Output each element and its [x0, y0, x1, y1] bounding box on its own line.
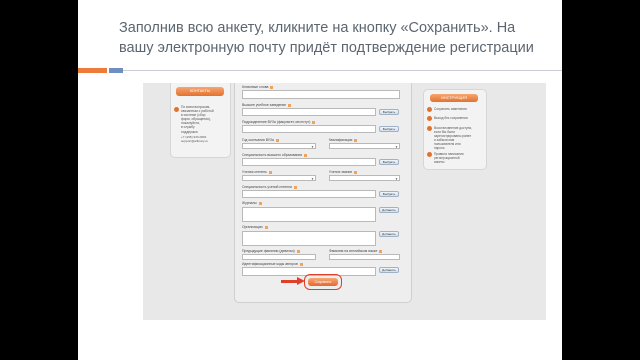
author-ids-add-button[interactable]: Добавить [379, 267, 399, 273]
required-mark-icon [304, 153, 308, 157]
grad-year-select[interactable]: ▼ [242, 143, 316, 149]
department-input[interactable] [242, 125, 376, 133]
registration-form: Ключевые слова Высшее учебное заведение … [234, 83, 412, 303]
contacts-tab[interactable]: контакты [176, 87, 224, 96]
specialty-label: Специальность высшего образования [242, 153, 308, 157]
registration-form-screenshot: контакты По всем вопросам, связанным с р… [143, 83, 546, 320]
required-mark-icon [354, 138, 358, 142]
required-mark-icon [288, 103, 292, 107]
department-select-button[interactable]: Выбрать [379, 126, 399, 132]
save-button[interactable]: Сохранить [308, 278, 338, 286]
specialty-input[interactable] [242, 158, 376, 166]
title-divider [78, 70, 562, 71]
required-mark-icon [296, 249, 300, 253]
academic-title-label: Ученое звание [329, 170, 358, 174]
slide-title: Заполнив всю анкету, кликните на кнопку … [119, 20, 534, 56]
instructions-panel: инструкция Сохранить изменения Выход без… [423, 89, 487, 170]
grad-year-label: Год окончания ВУЗа [242, 138, 279, 142]
degree-specialty-input[interactable] [242, 190, 376, 198]
english-name-input[interactable] [329, 254, 400, 260]
required-mark-icon [354, 170, 358, 174]
contacts-text: По всем вопросам, связанным с работой в … [181, 105, 214, 134]
chevron-down-icon: ▼ [311, 177, 314, 181]
save-bullet-icon [427, 107, 432, 112]
prev-names-input[interactable] [242, 254, 316, 260]
qualification-label: Квалификация [329, 138, 358, 142]
divider-accent-orange [78, 68, 107, 73]
chevron-down-icon: ▼ [311, 145, 314, 149]
required-mark-icon [312, 120, 316, 124]
author-ids-label: Идентификационные коды авторов [242, 262, 303, 266]
instruction-save[interactable]: Сохранить изменения [434, 107, 482, 111]
instructions-tab[interactable]: инструкция [430, 94, 478, 102]
divider-accent-blue [109, 68, 123, 73]
instruction-exit[interactable]: Выход без сохранения [434, 116, 482, 120]
exit-bullet-icon [427, 116, 432, 121]
contacts-panel: контакты По всем вопросам, связанным с р… [170, 83, 231, 158]
university-label: Высшее учебное заведение [242, 103, 292, 107]
journals-textarea[interactable] [242, 207, 376, 222]
prev-names-label: Предыдущие фамилии (девичьи) [242, 249, 300, 253]
journals-label: Журналы [242, 201, 262, 205]
instruction-rules[interactable]: Правила написания регистрационной анкеты [434, 152, 482, 164]
organizations-textarea[interactable] [242, 231, 376, 246]
degree-select[interactable]: ▼ [242, 175, 316, 181]
required-mark-icon [299, 262, 303, 266]
organizations-label: Организации [242, 225, 268, 229]
english-name-label: Фамилия на английском языке [329, 249, 383, 253]
required-mark-icon [268, 170, 272, 174]
specialty-select-button[interactable]: Выбрать [379, 159, 399, 165]
chevron-down-icon: ▼ [395, 145, 398, 149]
department-label: Подразделение ВУЗа (факультет, институт) [242, 120, 316, 124]
info-bullet-icon [174, 107, 179, 112]
qualification-select[interactable]: ▼ [329, 143, 400, 149]
required-mark-icon [270, 85, 274, 89]
instruction-restore-access[interactable]: Восстановление доступа, если Вы были зар… [434, 126, 482, 150]
required-mark-icon [264, 225, 268, 229]
organizations-add-button[interactable]: Добавить [379, 231, 399, 237]
required-mark-icon [275, 138, 279, 142]
required-mark-icon [293, 185, 297, 189]
chevron-down-icon: ▼ [395, 177, 398, 181]
slide: Заполнив всю анкету, кликните на кнопку … [78, 0, 562, 360]
degree-label: Ученая степень [242, 170, 272, 174]
university-select-button[interactable]: Выбрать [379, 109, 399, 115]
contacts-details: +7 (495) 933-0681 support@elibrary.ru [181, 135, 208, 144]
required-mark-icon [258, 201, 262, 205]
degree-specialty-select-button[interactable]: Выбрать [379, 191, 399, 197]
rules-bullet-icon [427, 152, 432, 157]
university-input[interactable] [242, 108, 376, 116]
journals-add-button[interactable]: Добавить [379, 207, 399, 213]
keywords-label: Ключевые слова [242, 85, 274, 89]
keywords-input[interactable] [242, 90, 400, 99]
restore-bullet-icon [427, 126, 432, 131]
academic-title-select[interactable]: ▼ [329, 175, 400, 181]
required-mark-icon [379, 249, 383, 253]
degree-specialty-label: Специальность ученой степени [242, 185, 297, 189]
